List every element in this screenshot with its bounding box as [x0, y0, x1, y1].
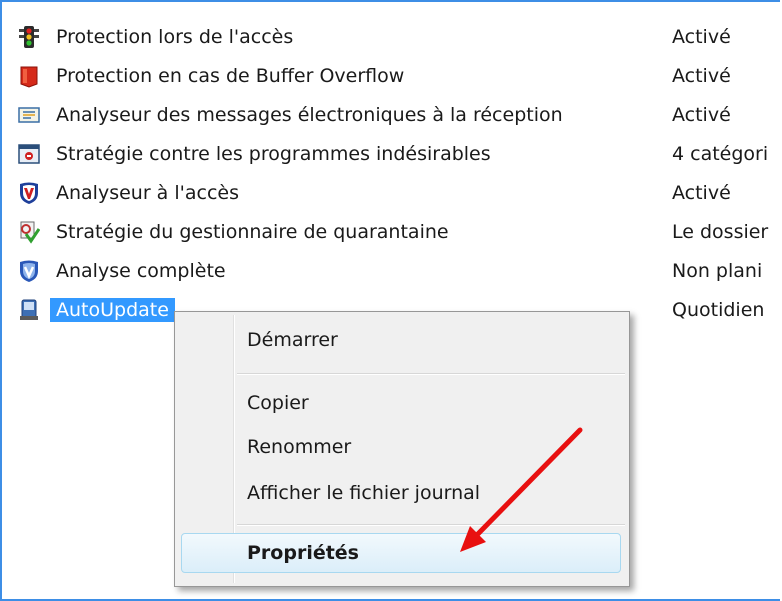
item-status: Activé — [672, 104, 731, 126]
item-name: Stratégie contre les programmes indésira… — [56, 143, 491, 165]
list-item[interactable]: Stratégie contre les programmes indésira… — [18, 139, 782, 171]
item-name: Stratégie du gestionnaire de quarantaine — [56, 221, 449, 243]
menu-item-copy[interactable]: Copier — [247, 390, 309, 416]
item-status: Le dossier — [672, 221, 769, 243]
list-item[interactable]: Analyse complète Non plani — [18, 256, 782, 288]
autoupdate-icon — [20, 299, 38, 320]
traffic-light-icon — [19, 26, 39, 48]
item-name: Protection en cas de Buffer Overflow — [56, 65, 405, 87]
item-status: Quotidien — [672, 299, 765, 321]
item-status: Non plani — [672, 260, 763, 282]
item-status: Activé — [672, 65, 731, 87]
menu-item-view-log[interactable]: Afficher le fichier journal — [247, 480, 480, 506]
menu-separator — [237, 524, 625, 526]
list-item[interactable]: Protection lors de l'accès Activé — [18, 22, 782, 54]
list-item[interactable]: Analyseur à l'accès Activé — [18, 178, 782, 210]
red-shield-icon — [20, 66, 38, 88]
list-item[interactable]: Protection en cas de Buffer Overflow Act… — [18, 61, 782, 93]
blue-shield-icon — [20, 260, 38, 282]
item-name: Analyseur à l'accès — [56, 182, 239, 204]
list-item[interactable]: Analyseur des messages électroniques à l… — [18, 100, 782, 132]
quarantine-icon — [20, 221, 40, 244]
unwanted-programs-icon — [18, 144, 40, 164]
menu-item-rename[interactable]: Renommer — [247, 434, 351, 460]
menu-item-properties[interactable]: Propriétés — [247, 540, 359, 566]
item-status: Activé — [672, 182, 731, 204]
menu-separator — [237, 373, 625, 375]
context-menu: Démarrer Copier Renommer Afficher le fic… — [174, 311, 630, 587]
menu-item-start[interactable]: Démarrer — [247, 327, 338, 353]
mail-scanner-icon — [18, 107, 40, 123]
item-name: Analyseur des messages électroniques à l… — [56, 104, 563, 126]
item-name: Analyse complète — [56, 260, 226, 282]
item-status: Activé — [672, 26, 731, 48]
item-status: 4 catégori — [672, 143, 769, 165]
mcafee-shield-icon — [20, 182, 38, 204]
item-name: AutoUpdate — [50, 298, 175, 322]
list-item[interactable]: Stratégie du gestionnaire de quarantaine… — [18, 217, 782, 249]
item-name: Protection lors de l'accès — [56, 26, 294, 48]
